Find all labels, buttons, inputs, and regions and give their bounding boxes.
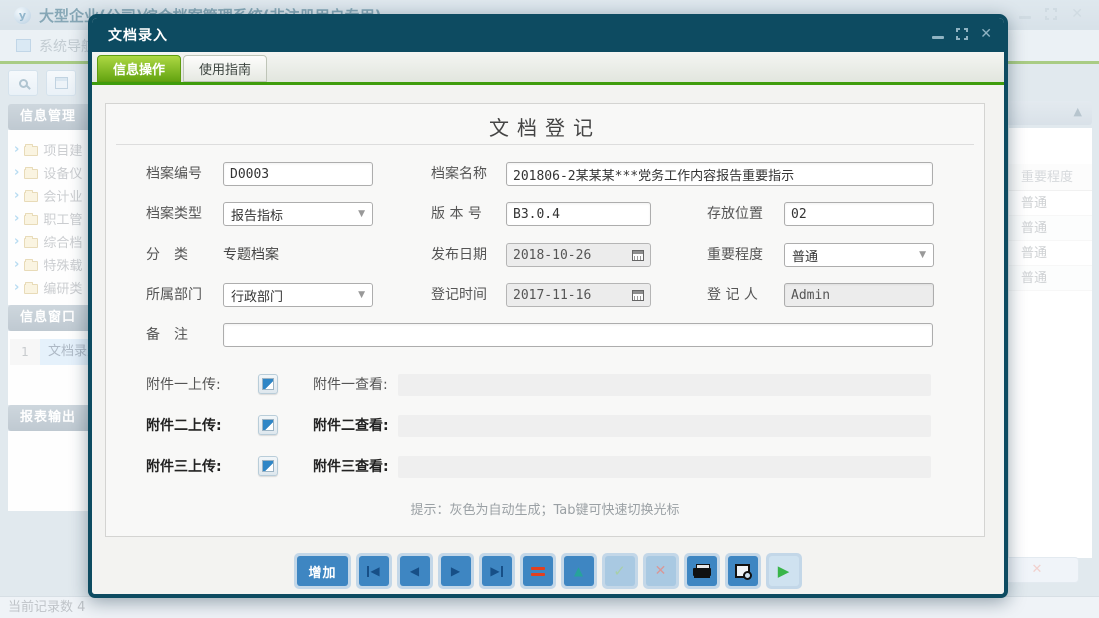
remark-field[interactable] xyxy=(223,323,933,347)
attachment-three-view-label: 附件三查看: xyxy=(313,455,389,479)
screen: y 大型企业(公司)综合档案管理系统(非注册用户专用) ✕ 系统导航 信息管理 … xyxy=(0,0,1099,618)
check-icon: ✓ xyxy=(613,562,626,580)
importance-label: 重要程度 xyxy=(707,243,763,267)
play-icon: ▶ xyxy=(778,564,790,579)
first-record-button[interactable]: ◀ xyxy=(356,553,392,589)
attachment-two-upload-button[interactable] xyxy=(258,415,278,435)
maximize-icon[interactable] xyxy=(956,28,968,40)
next-record-icon: ▶ xyxy=(451,565,460,577)
cross-icon: ✕ xyxy=(655,563,667,579)
archive-no-label: 档案编号 xyxy=(146,162,202,186)
attachment-three-upload-label: 附件三上传: xyxy=(146,455,222,479)
dialog-tabs: 信息操作 使用指南 xyxy=(92,52,1004,82)
confirm-button[interactable]: ✓ xyxy=(602,553,638,589)
minimize-icon[interactable] xyxy=(932,36,944,39)
register-time-label: 登记时间 xyxy=(431,283,487,307)
chevron-down-icon: ▼ xyxy=(358,290,365,300)
archive-type-value: 报告指标 xyxy=(231,205,283,224)
edit-icon: ▲ xyxy=(574,565,583,577)
form-hint: 提示：灰色为自动生成；Tab键可快速切换光标 xyxy=(106,499,984,518)
previous-record-icon: ◀ xyxy=(410,565,419,577)
attachment-two-view-label: 附件二查看: xyxy=(313,414,389,438)
delete-icon xyxy=(531,567,545,576)
location-label: 存放位置 xyxy=(707,202,763,226)
publish-date-value: 2018-10-26 xyxy=(513,248,591,263)
attachment-three-upload-button[interactable] xyxy=(258,456,278,476)
upload-icon xyxy=(262,419,274,431)
attachment-one-upload-label: 附件一上传: xyxy=(146,373,221,397)
location-field[interactable] xyxy=(784,202,934,226)
upload-icon xyxy=(262,460,274,472)
calendar-icon[interactable] xyxy=(632,290,644,301)
execute-button[interactable]: ▶ xyxy=(766,553,802,589)
first-record-icon: ◀ xyxy=(370,565,379,577)
publish-date-label: 发布日期 xyxy=(431,243,487,267)
tab-info-operation[interactable]: 信息操作 xyxy=(97,55,181,82)
print-preview-icon xyxy=(735,564,750,578)
department-value: 行政部门 xyxy=(231,286,283,305)
chevron-down-icon: ▼ xyxy=(358,209,365,219)
add-button[interactable]: 增加 xyxy=(294,553,350,589)
record-toolbar: 增加 ◀ ◀ ▶ ▶ ▲ ✓ ✕ ▶ xyxy=(92,553,1004,589)
cancel-button[interactable]: ✕ xyxy=(643,553,679,589)
archive-no-field[interactable] xyxy=(223,162,373,186)
print-preview-button[interactable] xyxy=(725,553,761,589)
archive-type-select[interactable]: 报告指标 ▼ xyxy=(223,202,373,226)
category-value: 专题档案 xyxy=(223,243,279,267)
form-title: 文档登记 xyxy=(106,112,984,141)
importance-value: 普通 xyxy=(792,246,818,265)
department-select[interactable]: 行政部门 ▼ xyxy=(223,283,373,307)
publish-date-field[interactable]: 2018-10-26 xyxy=(506,243,651,267)
edit-record-button[interactable]: ▲ xyxy=(561,553,597,589)
last-record-button[interactable]: ▶ xyxy=(479,553,515,589)
printer-icon xyxy=(693,564,711,579)
archive-name-label: 档案名称 xyxy=(431,162,487,186)
bar-icon xyxy=(501,566,503,577)
importance-select[interactable]: 普通 ▼ xyxy=(784,243,934,267)
attachment-one-view-label: 附件一查看: xyxy=(313,373,388,397)
attachment-one-view-area xyxy=(398,374,931,396)
attachment-two-upload-label: 附件二上传: xyxy=(146,414,222,438)
chevron-down-icon: ▼ xyxy=(919,250,926,260)
archive-type-label: 档案类型 xyxy=(146,202,202,226)
close-icon[interactable]: ✕ xyxy=(980,28,992,40)
remark-label: 备 注 xyxy=(146,323,188,347)
calendar-icon[interactable] xyxy=(632,250,644,261)
version-label: 版 本 号 xyxy=(431,202,482,226)
department-label: 所属部门 xyxy=(146,283,202,307)
upload-icon xyxy=(262,378,274,390)
category-label: 分 类 xyxy=(146,243,188,267)
attachment-three-view-area xyxy=(398,456,931,478)
delete-record-button[interactable] xyxy=(520,553,556,589)
next-record-button[interactable]: ▶ xyxy=(438,553,474,589)
dialog-title: 文档录入 xyxy=(108,25,168,45)
dialog-content: 文档登记 档案编号 档案名称 档案类型 报告指标 ▼ 版 本 号 存放位置 分 xyxy=(92,85,1004,594)
registrant-label: 登 记 人 xyxy=(707,283,758,307)
archive-name-field[interactable] xyxy=(506,162,933,186)
divider xyxy=(116,144,974,145)
register-time-field[interactable]: 2017-11-16 xyxy=(506,283,651,307)
last-record-icon: ▶ xyxy=(490,565,499,577)
register-time-value: 2017-11-16 xyxy=(513,288,591,303)
attachment-two-view-area xyxy=(398,415,931,437)
registrant-field xyxy=(784,283,934,307)
attachment-one-upload-button[interactable] xyxy=(258,374,278,394)
bar-icon xyxy=(367,566,369,577)
document-entry-dialog: 文档录入 ✕ 信息操作 使用指南 文档登记 档案编号 档案名称 档案类型 xyxy=(88,14,1008,598)
dialog-titlebar: 文档录入 ✕ xyxy=(92,18,1004,52)
document-register-panel: 文档登记 档案编号 档案名称 档案类型 报告指标 ▼ 版 本 号 存放位置 分 xyxy=(105,103,985,537)
version-field[interactable] xyxy=(506,202,651,226)
print-button[interactable] xyxy=(684,553,720,589)
tab-user-guide[interactable]: 使用指南 xyxy=(183,55,267,82)
previous-record-button[interactable]: ◀ xyxy=(397,553,433,589)
